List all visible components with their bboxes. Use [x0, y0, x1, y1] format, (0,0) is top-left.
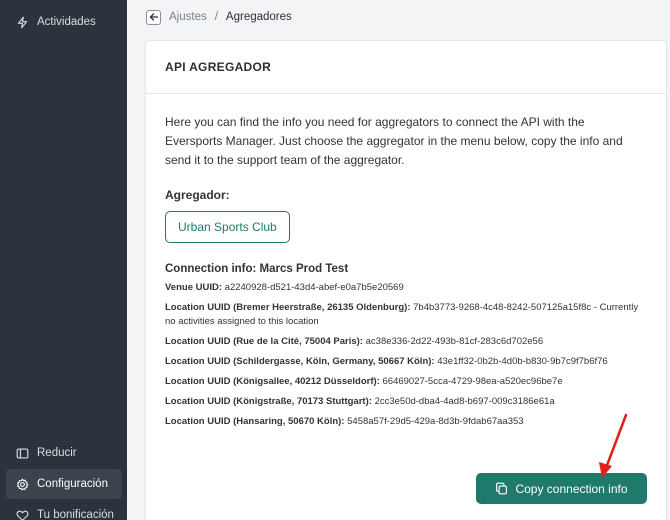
- info-value: 43e1ff32-0b2b-4d0b-b830-9b7c9f7b6f76: [437, 356, 608, 367]
- copy-icon: [496, 482, 508, 495]
- collapse-icon: [16, 447, 29, 459]
- breadcrumb-current: Agregadores: [225, 11, 292, 23]
- breadcrumb-separator: /: [214, 11, 218, 23]
- info-value: 5458a57f-29d5-429a-8d3b-9fdab67aa353: [347, 416, 524, 427]
- info-value: a2240928-d521-43d4-abef-e0a7b5e20569: [224, 282, 404, 293]
- copy-button-label: Copy connection info: [515, 481, 628, 496]
- breadcrumb-parent[interactable]: Ajustes: [169, 11, 207, 23]
- sidebar-item-reducir[interactable]: Reducir: [6, 438, 122, 468]
- api-aggregator-card: API AGREGADOR Here you can find the info…: [145, 40, 667, 520]
- intro-text: Here you can find the info you need for …: [165, 115, 623, 167]
- info-row: Location UUID (Hansaring, 50670 Köln): 5…: [165, 415, 648, 429]
- info-value: 2cc3e50d-dba4-4ad8-b697-009c3186e61a: [374, 396, 555, 407]
- lightning-icon: [17, 16, 28, 28]
- info-row: Location UUID (Bremer Heerstraße, 26135 …: [165, 301, 648, 329]
- breadcrumb: Ajustes / Agregadores: [127, 0, 670, 34]
- info-value: ac38e336-2d22-493b-81cf-283c6d702e56: [365, 336, 544, 347]
- arrow-left-icon: [149, 13, 158, 21]
- info-key: Location UUID (Bremer Heerstraße, 26135 …: [165, 302, 411, 313]
- sidebar-item-label: Tu bonificación: [37, 509, 114, 520]
- sidebar-item-label: Actividades: [37, 16, 96, 28]
- sidebar-item-actividades[interactable]: Actividades: [6, 7, 122, 37]
- connection-info-list: Venue UUID: a2240928-d521-43d4-abef-e0a7…: [165, 281, 648, 429]
- info-row: Location UUID (Königstraße, 70173 Stuttg…: [165, 395, 648, 409]
- info-row: Location UUID (Königsallee, 40212 Düssel…: [165, 375, 648, 389]
- info-key: Location UUID (Rue de la Cité, 75004 Par…: [165, 336, 363, 347]
- connection-info-title: Connection info: Marcs Prod Test: [165, 263, 349, 275]
- sidebar-item-label: Configuración: [37, 478, 108, 490]
- annotation-arrow-icon: [599, 413, 628, 478]
- sidebar: Actividades Reducir Configuración Tu bon…: [0, 0, 127, 520]
- info-row: Location UUID (Schildergasse, Köln, Germ…: [165, 355, 648, 369]
- info-row: Location UUID (Rue de la Cité, 75004 Par…: [165, 335, 648, 349]
- heart-icon: [16, 510, 29, 520]
- gear-icon: [16, 477, 29, 491]
- info-row: Venue UUID: a2240928-d521-43d4-abef-e0a7…: [165, 281, 648, 295]
- aggregator-select-button[interactable]: Urban Sports Club: [165, 211, 290, 243]
- info-key: Location UUID (Hansaring, 50670 Köln):: [165, 416, 345, 427]
- info-key: Location UUID (Königsallee, 40212 Düssel…: [165, 376, 380, 387]
- back-button[interactable]: [146, 9, 161, 25]
- info-key: Location UUID (Schildergasse, Köln, Germ…: [165, 356, 435, 367]
- sidebar-item-label: Reducir: [37, 447, 77, 459]
- info-value: 66469027-5cca-4729-98ea-a520ec96be7e: [382, 376, 563, 387]
- info-key: Venue UUID:: [165, 282, 223, 293]
- sidebar-item-bonificacion[interactable]: Tu bonificación: [6, 500, 122, 520]
- card-title: API AGREGADOR: [146, 41, 666, 94]
- aggregator-label: Agregador:: [165, 188, 230, 202]
- sidebar-item-configuracion[interactable]: Configuración: [6, 469, 122, 499]
- info-key: Location UUID (Königstraße, 70173 Stuttg…: [165, 396, 372, 407]
